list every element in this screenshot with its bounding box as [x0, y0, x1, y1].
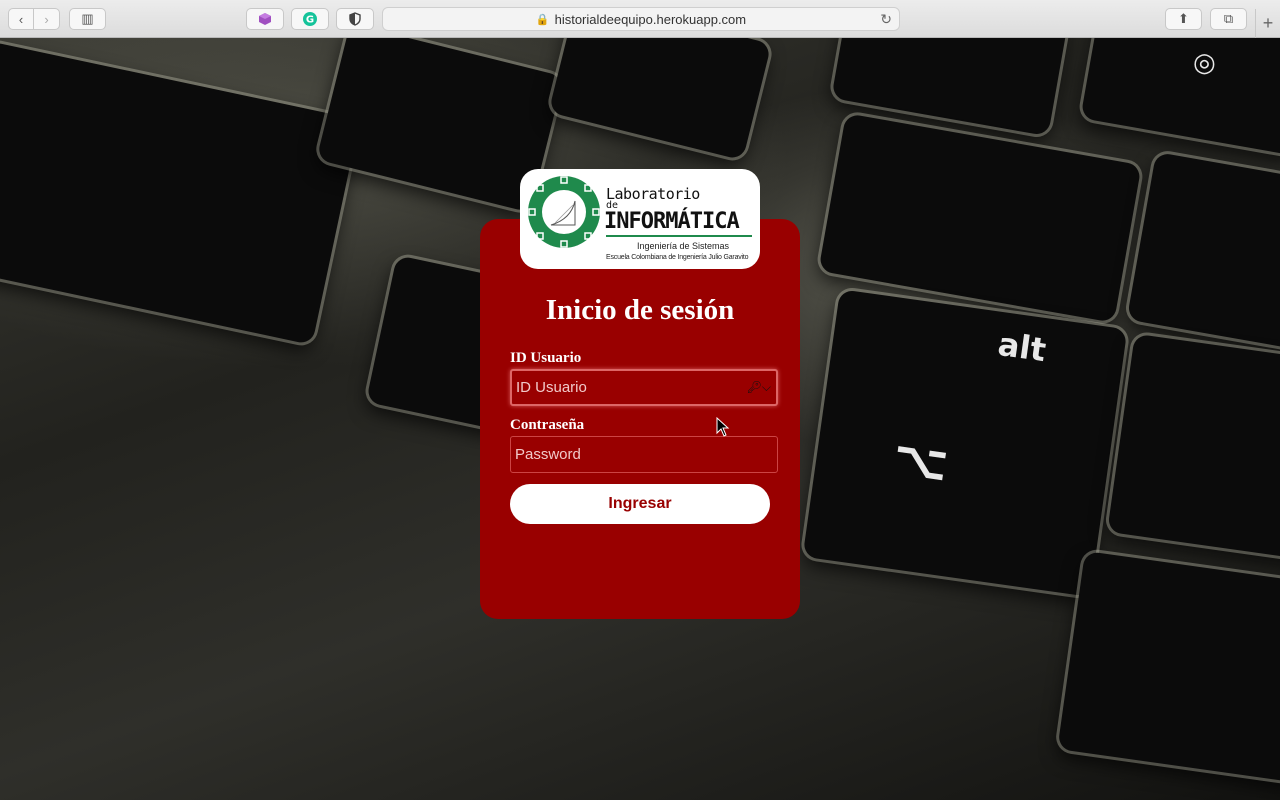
logo-line3: INFORMÁTICA	[604, 209, 740, 234]
lab-logo: Laboratorio de INFORMÁTICA Ingeniería de…	[520, 169, 760, 269]
grammarly-icon[interactable]: G	[291, 8, 329, 30]
nav-buttons: ‹ ›	[8, 8, 60, 30]
browser-toolbar: ‹ › ▥ G 🔒 historialdeequipo.herokuapp.co…	[0, 0, 1280, 38]
password-input[interactable]: Password	[510, 436, 778, 473]
user-id-label: ID Usuario	[510, 350, 582, 366]
address-bar[interactable]: 🔒 historialdeequipo.herokuapp.com ↻	[382, 7, 900, 31]
user-id-input[interactable]: ID Usuario 🔑︎⌵	[510, 369, 778, 406]
logo-school: Escuela Colombiana de Ingeniería Julio G…	[606, 254, 749, 261]
sidebar-toggle-icon[interactable]: ▥	[69, 8, 106, 30]
user-id-placeholder: ID Usuario	[516, 379, 587, 396]
new-tab-icon[interactable]: +	[1255, 9, 1280, 38]
url-text: historialdeequipo.herokuapp.com	[554, 11, 747, 27]
logo-subtitle: Ingeniería de Sistemas	[637, 241, 730, 251]
share-icon[interactable]: ⬆	[1165, 8, 1202, 30]
password-placeholder: Password	[515, 446, 581, 463]
lab-emblem-icon	[528, 176, 600, 248]
password-manager-key-icon[interactable]: 🔑︎⌵	[747, 380, 771, 395]
page-title: Inicio de sesión	[545, 294, 735, 326]
reload-icon[interactable]: ↻	[880, 11, 892, 28]
logo-line1: Laboratorio	[606, 185, 700, 203]
shield-icon[interactable]	[336, 8, 374, 30]
logo-divider	[606, 235, 752, 237]
password-label: Contraseña	[510, 417, 585, 433]
back-icon[interactable]: ‹	[9, 9, 35, 29]
lock-icon: 🔒	[535, 13, 550, 26]
mouse-cursor-icon	[716, 417, 730, 437]
svg-text:G: G	[306, 15, 314, 26]
extension-cube-icon[interactable]	[246, 8, 284, 30]
tabs-overview-icon[interactable]: ⧉	[1210, 8, 1247, 30]
forward-icon[interactable]: ›	[34, 9, 59, 29]
login-button[interactable]: Ingresar	[510, 484, 770, 524]
